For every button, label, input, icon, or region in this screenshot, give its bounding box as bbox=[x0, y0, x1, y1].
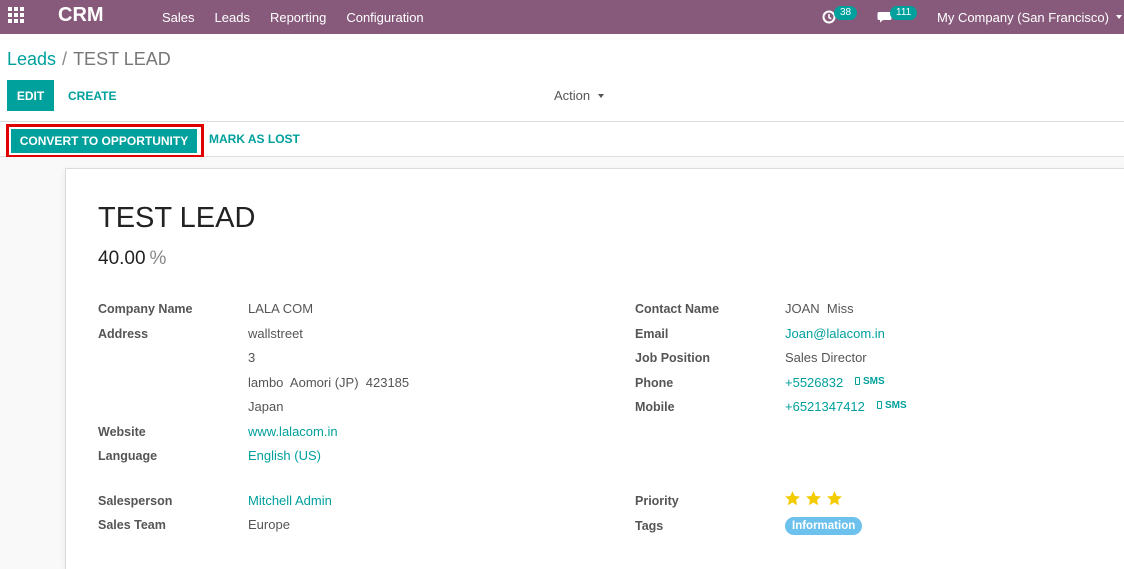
website-label: Website bbox=[98, 425, 146, 439]
job-position-value: Sales Director bbox=[785, 350, 867, 365]
tag-information[interactable]: Information bbox=[785, 517, 863, 535]
breadcrumb-separator: / bbox=[62, 49, 68, 69]
highlight-box: CONVERT TO OPPORTUNITY bbox=[6, 124, 204, 158]
website-link[interactable]: www.lalacom.in bbox=[248, 424, 338, 440]
action-label: Action bbox=[554, 88, 591, 103]
star-icon[interactable] bbox=[784, 490, 801, 507]
form-statusbar: CONVERT TO OPPORTUNITY MARK AS LOST bbox=[0, 122, 1124, 158]
job-position-label: Job Position bbox=[635, 351, 710, 365]
convert-to-opportunity-button[interactable]: CONVERT TO OPPORTUNITY bbox=[11, 129, 197, 153]
lead-title: TEST LEAD bbox=[98, 202, 256, 234]
language-label: Language bbox=[98, 449, 158, 463]
address-country: Japan bbox=[248, 399, 284, 414]
form-sheet: TEST LEAD 40.00% Company Name LALA COM A… bbox=[65, 168, 1124, 569]
priority-label: Priority bbox=[635, 494, 679, 508]
contact-name-value: JOAN Miss bbox=[785, 301, 854, 316]
create-button[interactable]: CREATE bbox=[62, 80, 122, 111]
phone-label: Phone bbox=[635, 376, 674, 390]
mobile-sms-button[interactable]: SMS bbox=[877, 400, 907, 412]
breadcrumb-current: TEST LEAD bbox=[73, 49, 171, 69]
mark-as-lost-button[interactable]: MARK AS LOST bbox=[204, 126, 305, 152]
app-brand[interactable]: CRM bbox=[58, 2, 104, 28]
address-label: Address bbox=[98, 327, 149, 341]
action-dropdown[interactable]: Action bbox=[554, 80, 605, 111]
star-icon[interactable] bbox=[826, 490, 843, 507]
message-count-badge: 111 bbox=[890, 6, 918, 20]
activity-count-badge: 38 bbox=[834, 6, 858, 20]
phone-link[interactable]: +5526832 bbox=[785, 375, 843, 391]
probability-unit: % bbox=[149, 248, 167, 269]
company-name-value: LALA COM bbox=[248, 301, 314, 316]
caret-down-icon bbox=[598, 93, 605, 98]
phone-sms-button[interactable]: SMS bbox=[855, 376, 885, 388]
mobile-phone-icon bbox=[877, 401, 882, 409]
apps-grid-icon[interactable] bbox=[8, 7, 25, 24]
tags-label: Tags bbox=[635, 519, 664, 533]
address-street2: 3 bbox=[248, 350, 256, 365]
menu-configuration[interactable]: Configuration bbox=[346, 10, 423, 25]
edit-button[interactable]: EDIT bbox=[7, 80, 54, 111]
caret-down-icon bbox=[1115, 15, 1122, 19]
star-icon[interactable] bbox=[805, 490, 822, 507]
contact-name-label: Contact Name bbox=[635, 302, 720, 316]
breadcrumb-leads-link[interactable]: Leads bbox=[7, 49, 56, 69]
menu-sales[interactable]: Sales bbox=[162, 10, 195, 25]
sales-team-label: Sales Team bbox=[98, 518, 166, 532]
language-link[interactable]: English (US) bbox=[248, 448, 321, 464]
menu-leads[interactable]: Leads bbox=[215, 10, 250, 25]
email-link[interactable]: Joan@lalacom.in bbox=[785, 326, 885, 342]
priority-stars[interactable] bbox=[784, 490, 843, 507]
company-name: My Company (San Francisco) bbox=[937, 9, 1109, 25]
sms-label: SMS bbox=[863, 376, 885, 387]
messaging-systray[interactable]: 111 bbox=[877, 0, 918, 34]
probability-value: 40.00 bbox=[98, 248, 146, 269]
menu-reporting[interactable]: Reporting bbox=[270, 10, 326, 25]
salesperson-label: Salesperson bbox=[98, 494, 173, 508]
sms-label: SMS bbox=[885, 400, 907, 411]
top-navbar: CRM Sales Leads Reporting Configuration … bbox=[0, 0, 1124, 34]
company-switcher[interactable]: My Company (San Francisco) bbox=[937, 0, 1122, 34]
breadcrumb: Leads / TEST LEAD bbox=[7, 48, 171, 70]
probability-field: 40.00% bbox=[98, 248, 166, 270]
main-menu: Sales Leads Reporting Configuration bbox=[162, 0, 444, 34]
address-street: wallstreet bbox=[248, 326, 303, 341]
mobile-phone-icon bbox=[855, 377, 860, 385]
sales-team-value: Europe bbox=[248, 517, 290, 532]
activity-systray[interactable]: 38 bbox=[822, 0, 858, 34]
company-name-label: Company Name bbox=[98, 302, 193, 316]
email-label: Email bbox=[635, 327, 669, 341]
mobile-label: Mobile bbox=[635, 400, 675, 414]
address-city-state-zip: lambo Aomori (JP) 423185 bbox=[248, 375, 410, 390]
salesperson-link[interactable]: Mitchell Admin bbox=[248, 493, 332, 509]
mobile-link[interactable]: +6521347412 bbox=[785, 399, 865, 415]
